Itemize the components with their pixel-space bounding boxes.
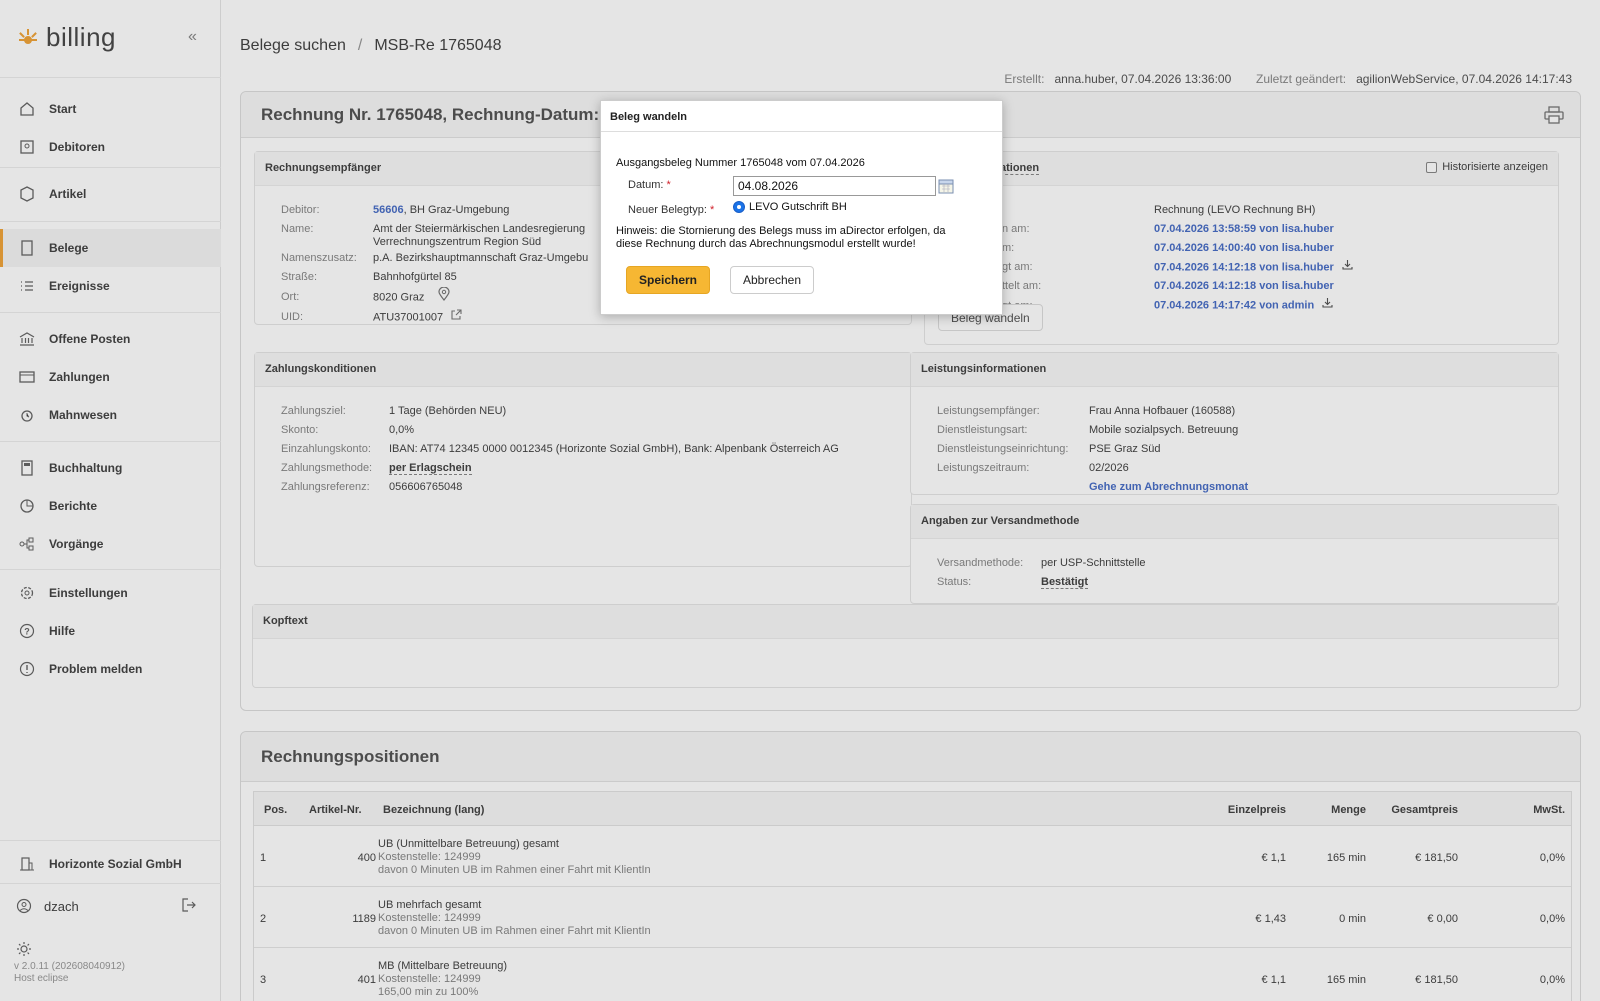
type-radio[interactable] xyxy=(733,201,745,213)
dialog-title: Beleg wandeln xyxy=(601,101,1002,132)
date-label: Datum: xyxy=(628,179,664,191)
type-label-wrap: Neuer Belegtyp: * xyxy=(628,204,714,216)
hint-line-1: Hinweis: die Stornierung des Belegs muss… xyxy=(616,225,946,237)
type-option[interactable]: LEVO Gutschrift BH xyxy=(733,201,847,213)
cancel-button[interactable]: Abbrechen xyxy=(730,266,814,294)
date-input[interactable] xyxy=(733,176,936,196)
hint-line-2: diese Rechnung durch das Abrechnungsmodu… xyxy=(616,238,916,250)
date-label-wrap: Datum: * xyxy=(628,179,671,191)
calendar-icon[interactable] xyxy=(938,178,954,197)
dialog-subtitle: Ausgangsbeleg Nummer 1765048 vom 07.04.2… xyxy=(616,157,865,169)
type-label: Neuer Belegtyp: xyxy=(628,204,707,216)
required-marker: * xyxy=(666,179,671,191)
dialog-hint: Hinweis: die Stornierung des Belegs muss… xyxy=(616,225,946,251)
required-marker: * xyxy=(709,204,715,216)
type-option-label: LEVO Gutschrift BH xyxy=(749,201,847,213)
save-button[interactable]: Speichern xyxy=(626,266,710,294)
convert-document-dialog: Beleg wandeln Ausgangsbeleg Nummer 17650… xyxy=(600,100,1003,315)
